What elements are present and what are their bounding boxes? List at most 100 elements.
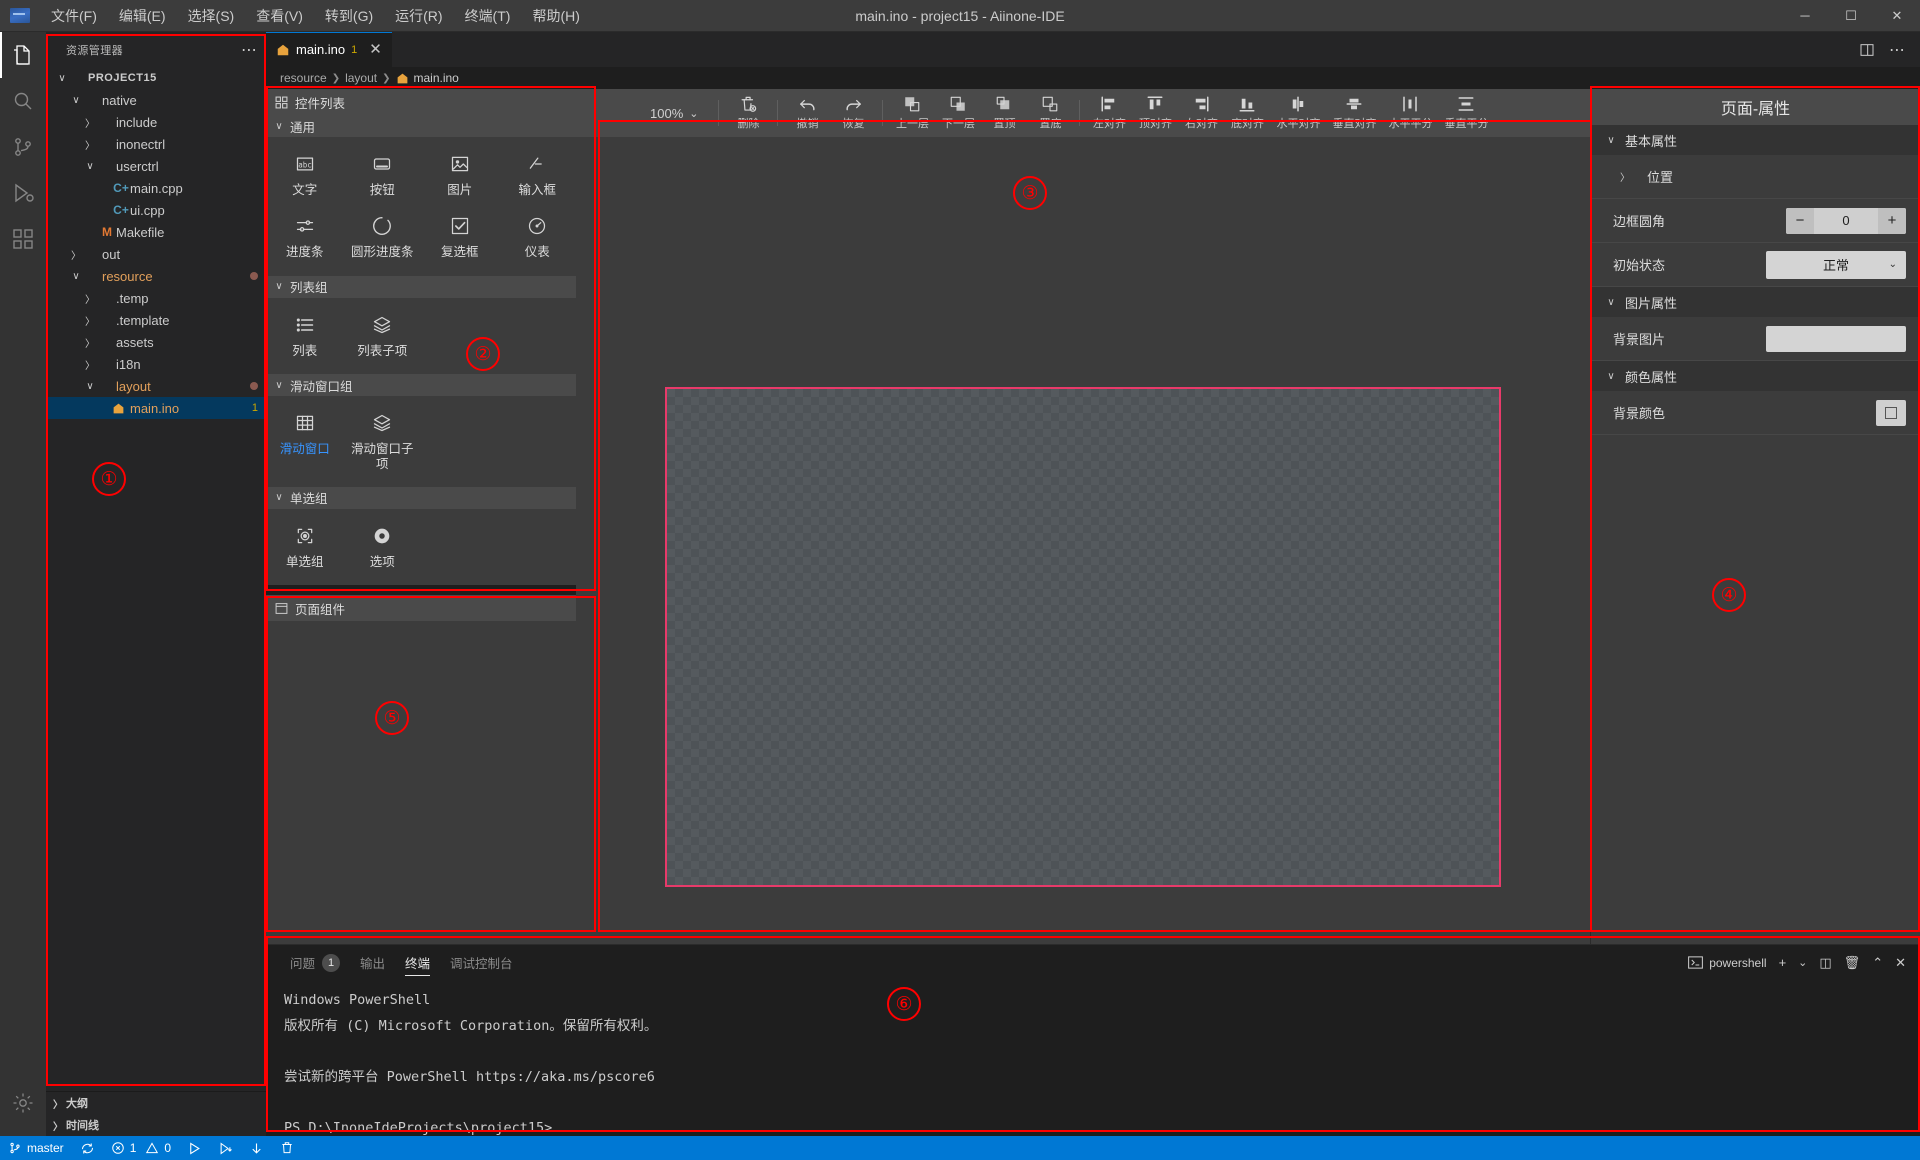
palette-item-text[interactable]: abc 文字 bbox=[266, 145, 344, 203]
minimize-button[interactable]: ─ bbox=[1782, 0, 1828, 32]
decrement-button[interactable]: − bbox=[1786, 207, 1814, 234]
tree-item-project15[interactable]: PROJECT15 bbox=[46, 67, 266, 89]
breadcrumb-item-layout[interactable]: layout bbox=[345, 71, 377, 85]
toolbar-redo-button[interactable]: 恢复 bbox=[830, 93, 876, 133]
tree-item-main-cpp[interactable]: C+ main.cpp bbox=[46, 177, 266, 199]
palette-item-image[interactable]: 图片 bbox=[421, 145, 499, 203]
palette-item-radio[interactable]: 选项 bbox=[344, 517, 422, 575]
activity-source-control-icon[interactable] bbox=[0, 124, 46, 170]
background-image-field[interactable] bbox=[1766, 325, 1906, 352]
palette-item-slider[interactable]: 进度条 bbox=[266, 207, 344, 265]
status-problems[interactable]: 1 0 bbox=[103, 1136, 179, 1160]
properties-body[interactable]: 基本属性位置边框圆角 −0+ 初始状态 正常 ⌄ 图片属性背景图片颜色属性背景颜色 bbox=[1591, 125, 1920, 435]
tab-terminal[interactable]: 终端 bbox=[395, 945, 440, 980]
activity-search-icon[interactable] bbox=[0, 78, 46, 124]
tree-item-i18n[interactable]: i18n bbox=[46, 353, 266, 375]
palette-item-list[interactable]: 列表 bbox=[266, 306, 344, 364]
palette-item-checkbox[interactable]: 复选框 bbox=[421, 207, 499, 265]
toolbar-send-to-back-button[interactable]: 置底 bbox=[1027, 93, 1073, 133]
design-canvas[interactable] bbox=[665, 386, 1501, 887]
toolbar-align-left-button[interactable]: 左对齐 bbox=[1086, 93, 1132, 133]
close-icon[interactable]: ✕ bbox=[369, 42, 382, 57]
split-terminal-icon[interactable]: ◫ bbox=[1819, 955, 1831, 971]
menu-goto[interactable]: 转到(G) bbox=[314, 1, 384, 31]
palette-item-button[interactable]: 按钮 bbox=[344, 145, 422, 203]
background-color-picker[interactable] bbox=[1876, 399, 1906, 426]
close-button[interactable]: ✕ bbox=[1874, 0, 1920, 32]
terminal-shell-selector[interactable]: powershell bbox=[1688, 956, 1767, 970]
maximize-button[interactable]: ☐ bbox=[1828, 0, 1874, 32]
zoom-control[interactable]: 100% ⌄ bbox=[636, 106, 712, 121]
initial-state-select[interactable]: 正常 ⌄ bbox=[1766, 250, 1906, 279]
terminal-dropdown-icon[interactable]: ⌄ bbox=[1798, 956, 1807, 969]
toolbar-bring-forward-button[interactable]: 上一层 bbox=[889, 93, 935, 133]
toolbar-align-right-button[interactable]: 右对齐 bbox=[1178, 93, 1224, 133]
tree-item--template[interactable]: .template bbox=[46, 309, 266, 331]
tree-item-include[interactable]: include bbox=[46, 111, 266, 133]
menu-selection[interactable]: 选择(S) bbox=[177, 1, 246, 31]
palette-group-3[interactable]: 单选组 bbox=[266, 486, 576, 509]
widget-palette[interactable]: 通用 abc 文字 按钮 图片 输入框进度条 圆形进度条 复选框 仪表列表组列表 列表子项滑动窗口… bbox=[266, 115, 577, 586]
file-tree[interactable]: PROJECT15 native include inonectrl userctrl C… bbox=[46, 67, 266, 1091]
toolbar-bring-to-front-button[interactable]: 置顶 bbox=[981, 93, 1027, 133]
properties-section-1[interactable]: 图片属性 bbox=[1591, 287, 1920, 317]
menu-terminal[interactable]: 终端(T) bbox=[454, 1, 522, 31]
toolbar-distribute-v-button[interactable]: 垂直平分 bbox=[1438, 93, 1494, 133]
menu-edit[interactable]: 编辑(E) bbox=[108, 1, 177, 31]
tab-debug-console[interactable]: 调试控制台 bbox=[440, 945, 523, 980]
sidebar-more-actions-icon[interactable]: ⋯ bbox=[241, 40, 258, 60]
toolbar-align-bottom-button[interactable]: 底对齐 bbox=[1224, 93, 1270, 133]
toolbar-align-center-v-button[interactable]: 垂直对齐 bbox=[1326, 93, 1382, 133]
status-sync[interactable] bbox=[72, 1136, 103, 1160]
toolbar-distribute-h-button[interactable]: 水平平分 bbox=[1382, 93, 1438, 133]
tree-item-layout[interactable]: layout bbox=[46, 375, 266, 397]
breadcrumb-item-resource[interactable]: resource bbox=[280, 71, 327, 85]
tab-problems[interactable]: 问题 1 bbox=[280, 945, 350, 980]
tree-item-main-ino[interactable]: main.ino 1 bbox=[46, 397, 266, 419]
status-download[interactable] bbox=[241, 1136, 272, 1160]
status-branch[interactable]: master bbox=[0, 1136, 72, 1160]
palette-group-1[interactable]: 列表组 bbox=[266, 275, 576, 298]
tree-item-native[interactable]: native bbox=[46, 89, 266, 111]
tree-item-out[interactable]: out bbox=[46, 243, 266, 265]
close-panel-icon[interactable]: ✕ bbox=[1895, 955, 1906, 971]
status-trash[interactable] bbox=[272, 1136, 302, 1160]
tree-item-ui-cpp[interactable]: C+ ui.cpp bbox=[46, 199, 266, 221]
tree-item--temp[interactable]: .temp bbox=[46, 287, 266, 309]
palette-item-radio-group[interactable]: 单选组 bbox=[266, 517, 344, 575]
tree-item-resource[interactable]: resource bbox=[46, 265, 266, 287]
tab-main-ino[interactable]: main.ino 1 ✕ bbox=[266, 32, 393, 67]
palette-group-2[interactable]: 滑动窗口组 bbox=[266, 374, 576, 397]
palette-item-grid[interactable]: 滑动窗口 bbox=[266, 404, 344, 477]
tree-item-makefile[interactable]: M Makefile bbox=[46, 221, 266, 243]
palette-item-input[interactable]: 输入框 bbox=[499, 145, 577, 203]
property-row-0[interactable]: 位置 bbox=[1591, 155, 1920, 199]
increment-button[interactable]: + bbox=[1878, 207, 1906, 234]
properties-section-0[interactable]: 基本属性 bbox=[1591, 125, 1920, 155]
palette-item-gauge[interactable]: 仪表 bbox=[499, 207, 577, 265]
status-run-step[interactable] bbox=[210, 1136, 241, 1160]
palette-item-layers[interactable]: 列表子项 bbox=[344, 306, 422, 364]
toolbar-align-center-h-button[interactable]: 水平对齐 bbox=[1270, 93, 1326, 133]
kill-terminal-icon[interactable]: 🗑 bbox=[1844, 955, 1861, 971]
activity-explorer-icon[interactable] bbox=[0, 32, 46, 78]
breadcrumb-item-main-ino[interactable]: main.ino bbox=[414, 71, 459, 85]
gear-icon[interactable] bbox=[0, 1080, 46, 1126]
chevron-right-icon[interactable] bbox=[1617, 169, 1633, 184]
new-terminal-icon[interactable]: + bbox=[1779, 955, 1787, 970]
tree-item-inonectrl[interactable]: inonectrl bbox=[46, 133, 266, 155]
status-run[interactable] bbox=[179, 1136, 210, 1160]
menu-file[interactable]: 文件(F) bbox=[40, 1, 108, 31]
properties-section-2[interactable]: 颜色属性 bbox=[1591, 361, 1920, 391]
palette-group-0[interactable]: 通用 bbox=[266, 115, 576, 137]
terminal-output[interactable]: Windows PowerShell 版权所有 (C) Microsoft Cor… bbox=[266, 980, 1920, 1150]
outline-panel-header[interactable]: 大纲 bbox=[46, 1092, 266, 1114]
toolbar-send-backward-button[interactable]: 下一层 bbox=[935, 93, 981, 133]
menu-help[interactable]: 帮助(H) bbox=[521, 1, 590, 31]
menu-run[interactable]: 运行(R) bbox=[384, 1, 453, 31]
toolbar-delete-button[interactable]: 删除 bbox=[725, 93, 771, 133]
timeline-panel-header[interactable]: 时间线 bbox=[46, 1114, 266, 1136]
palette-item-circular-progress[interactable]: 圆形进度条 bbox=[344, 207, 422, 265]
more-actions-icon[interactable]: ⋯ bbox=[1889, 40, 1906, 60]
tree-item-userctrl[interactable]: userctrl bbox=[46, 155, 266, 177]
